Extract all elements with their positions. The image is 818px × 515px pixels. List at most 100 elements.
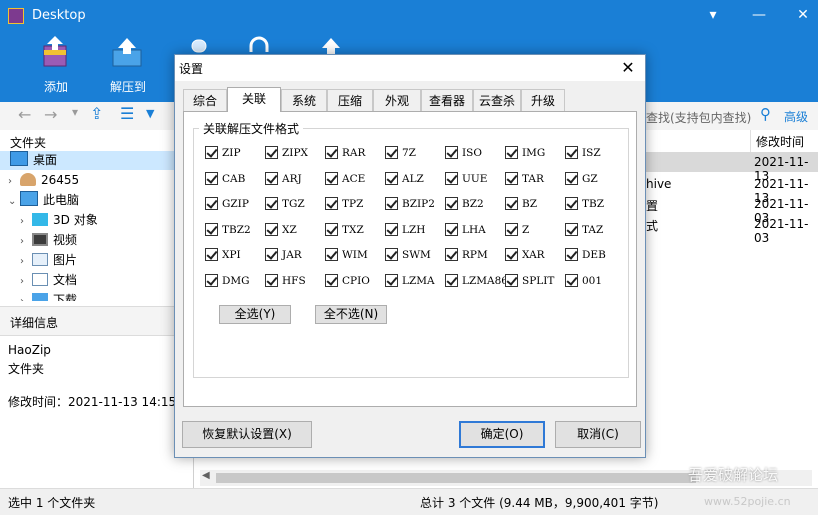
view-dropdown-icon[interactable]: ▼ <box>146 107 154 120</box>
tree-item-downloads[interactable]: › 下载 <box>20 291 77 301</box>
checkbox-checked-icon[interactable] <box>445 197 458 210</box>
checkbox-checked-icon[interactable] <box>505 146 518 159</box>
format-label: GZIP <box>222 198 249 210</box>
search-input[interactable]: 查找(支持包内查找) <box>646 109 751 126</box>
tree-item-desktop[interactable]: 桌面 <box>0 151 192 170</box>
checkbox-checked-icon[interactable] <box>505 274 518 287</box>
checkbox-checked-icon[interactable] <box>565 248 578 261</box>
checkbox-checked-icon[interactable] <box>265 172 278 185</box>
tab-compression[interactable]: 压缩 <box>327 89 373 111</box>
checkbox-checked-icon[interactable] <box>325 197 338 210</box>
tab-upgrade[interactable]: 升级 <box>521 89 565 111</box>
tab-system[interactable]: 系统 <box>281 89 327 111</box>
expand-chevron-icon[interactable]: › <box>20 292 32 301</box>
close-window-button[interactable]: ✕ <box>788 4 818 26</box>
checkbox-checked-icon[interactable] <box>325 274 338 287</box>
checkbox-checked-icon[interactable] <box>325 146 338 159</box>
expand-chevron-icon[interactable]: › <box>20 252 32 271</box>
tree-item-documents[interactable]: › 文档 <box>20 271 77 290</box>
tree-item-pictures[interactable]: › 图片 <box>20 251 77 270</box>
tab-association[interactable]: 关联 <box>227 87 281 112</box>
expand-chevron-icon[interactable]: › <box>20 212 32 231</box>
tree-item-user[interactable]: › 26455 <box>8 171 79 190</box>
checkbox-checked-icon[interactable] <box>205 248 218 261</box>
format-label: TAR <box>522 173 544 185</box>
details-header: 详细信息 <box>10 316 59 330</box>
checkbox-checked-icon[interactable] <box>205 172 218 185</box>
checkbox-checked-icon[interactable] <box>565 223 578 236</box>
status-selection: 选中 1 个文件夹 <box>8 496 96 510</box>
checkbox-checked-icon[interactable] <box>325 223 338 236</box>
expand-chevron-icon[interactable]: › <box>20 232 32 251</box>
checkbox-checked-icon[interactable] <box>265 197 278 210</box>
scrollbar-thumb[interactable] <box>216 473 696 483</box>
table-row[interactable]: 2021-11-13 <box>646 152 818 183</box>
checkbox-checked-icon[interactable] <box>385 197 398 210</box>
format-label: DEB <box>582 249 606 261</box>
checkbox-checked-icon[interactable] <box>325 248 338 261</box>
checkbox-checked-icon[interactable] <box>265 146 278 159</box>
checkbox-checked-icon[interactable] <box>445 274 458 287</box>
checkbox-checked-icon[interactable] <box>385 248 398 261</box>
scroll-left-icon[interactable]: ◀ <box>202 470 210 481</box>
tab-general[interactable]: 综合 <box>183 89 227 111</box>
select-all-button[interactable]: 全选(Y) <box>219 305 291 324</box>
table-row[interactable]: 置 2021-11-03 <box>646 194 818 225</box>
checkbox-checked-icon[interactable] <box>205 197 218 210</box>
back-arrow-icon[interactable]: ← <box>18 105 31 124</box>
dialog-close-icon[interactable]: ✕ <box>617 57 639 79</box>
checkbox-checked-icon[interactable] <box>565 274 578 287</box>
checkbox-checked-icon[interactable] <box>565 146 578 159</box>
checkbox-checked-icon[interactable] <box>565 172 578 185</box>
checkbox-checked-icon[interactable] <box>385 223 398 236</box>
checkbox-checked-icon[interactable] <box>505 197 518 210</box>
column-header-modified[interactable]: 修改时间 <box>750 130 818 152</box>
checkbox-checked-icon[interactable] <box>385 146 398 159</box>
tree-item-3d-objects[interactable]: › 3D 对象 <box>20 211 98 230</box>
extract-to-button[interactable]: 解压到 <box>96 32 160 102</box>
select-none-button[interactable]: 全不选(N) <box>315 305 387 324</box>
checkbox-checked-icon[interactable] <box>385 274 398 287</box>
add-button[interactable]: 添加 <box>24 32 88 102</box>
table-row[interactable]: 式 2021-11-03 <box>646 214 818 245</box>
collapse-chevron-icon[interactable]: ⌄ <box>8 192 20 211</box>
restore-defaults-button[interactable]: 恢复默认设置(X) <box>182 421 312 448</box>
checkbox-checked-icon[interactable] <box>265 223 278 236</box>
minimize-button[interactable]: — <box>744 4 774 26</box>
up-folder-icon[interactable]: ⇪ <box>90 104 103 123</box>
expand-chevron-icon[interactable]: › <box>8 172 20 191</box>
forward-arrow-icon[interactable]: → <box>44 105 57 124</box>
checkbox-checked-icon[interactable] <box>205 223 218 236</box>
tab-cloud-scan[interactable]: 云查杀 <box>473 89 521 111</box>
checkbox-checked-icon[interactable] <box>205 146 218 159</box>
table-row[interactable]: hive 2021-11-13 <box>646 174 818 205</box>
tree-item-videos[interactable]: › 视频 <box>20 231 77 250</box>
checkbox-checked-icon[interactable] <box>385 172 398 185</box>
pin-icon[interactable]: ▾ <box>698 4 728 26</box>
tab-appearance[interactable]: 外观 <box>373 89 421 111</box>
checkbox-checked-icon[interactable] <box>445 172 458 185</box>
dropdown-chevron-icon[interactable]: ▾ <box>72 105 78 119</box>
format-label: TAZ <box>582 224 604 236</box>
checkbox-checked-icon[interactable] <box>445 146 458 159</box>
tree-item-this-pc[interactable]: ⌄ 此电脑 <box>8 191 79 210</box>
format-label: BZ2 <box>462 198 484 210</box>
checkbox-checked-icon[interactable] <box>505 172 518 185</box>
checkbox-checked-icon[interactable] <box>445 223 458 236</box>
checkbox-checked-icon[interactable] <box>265 274 278 287</box>
checkbox-checked-icon[interactable] <box>265 248 278 261</box>
checkbox-checked-icon[interactable] <box>205 274 218 287</box>
tab-viewer[interactable]: 查看器 <box>421 89 473 111</box>
checkbox-checked-icon[interactable] <box>565 197 578 210</box>
view-list-icon[interactable]: ☰ <box>120 104 134 123</box>
search-icon[interactable]: ⚲ <box>760 105 771 123</box>
checkbox-checked-icon[interactable] <box>505 223 518 236</box>
checkbox-checked-icon[interactable] <box>505 248 518 261</box>
expand-chevron-icon[interactable]: › <box>20 272 32 291</box>
format-label: CPIO <box>342 275 370 287</box>
cancel-button[interactable]: 取消(C) <box>555 421 641 448</box>
checkbox-checked-icon[interactable] <box>325 172 338 185</box>
ok-button[interactable]: 确定(O) <box>459 421 545 448</box>
checkbox-checked-icon[interactable] <box>445 248 458 261</box>
advanced-search-link[interactable]: 高级 <box>784 108 808 125</box>
